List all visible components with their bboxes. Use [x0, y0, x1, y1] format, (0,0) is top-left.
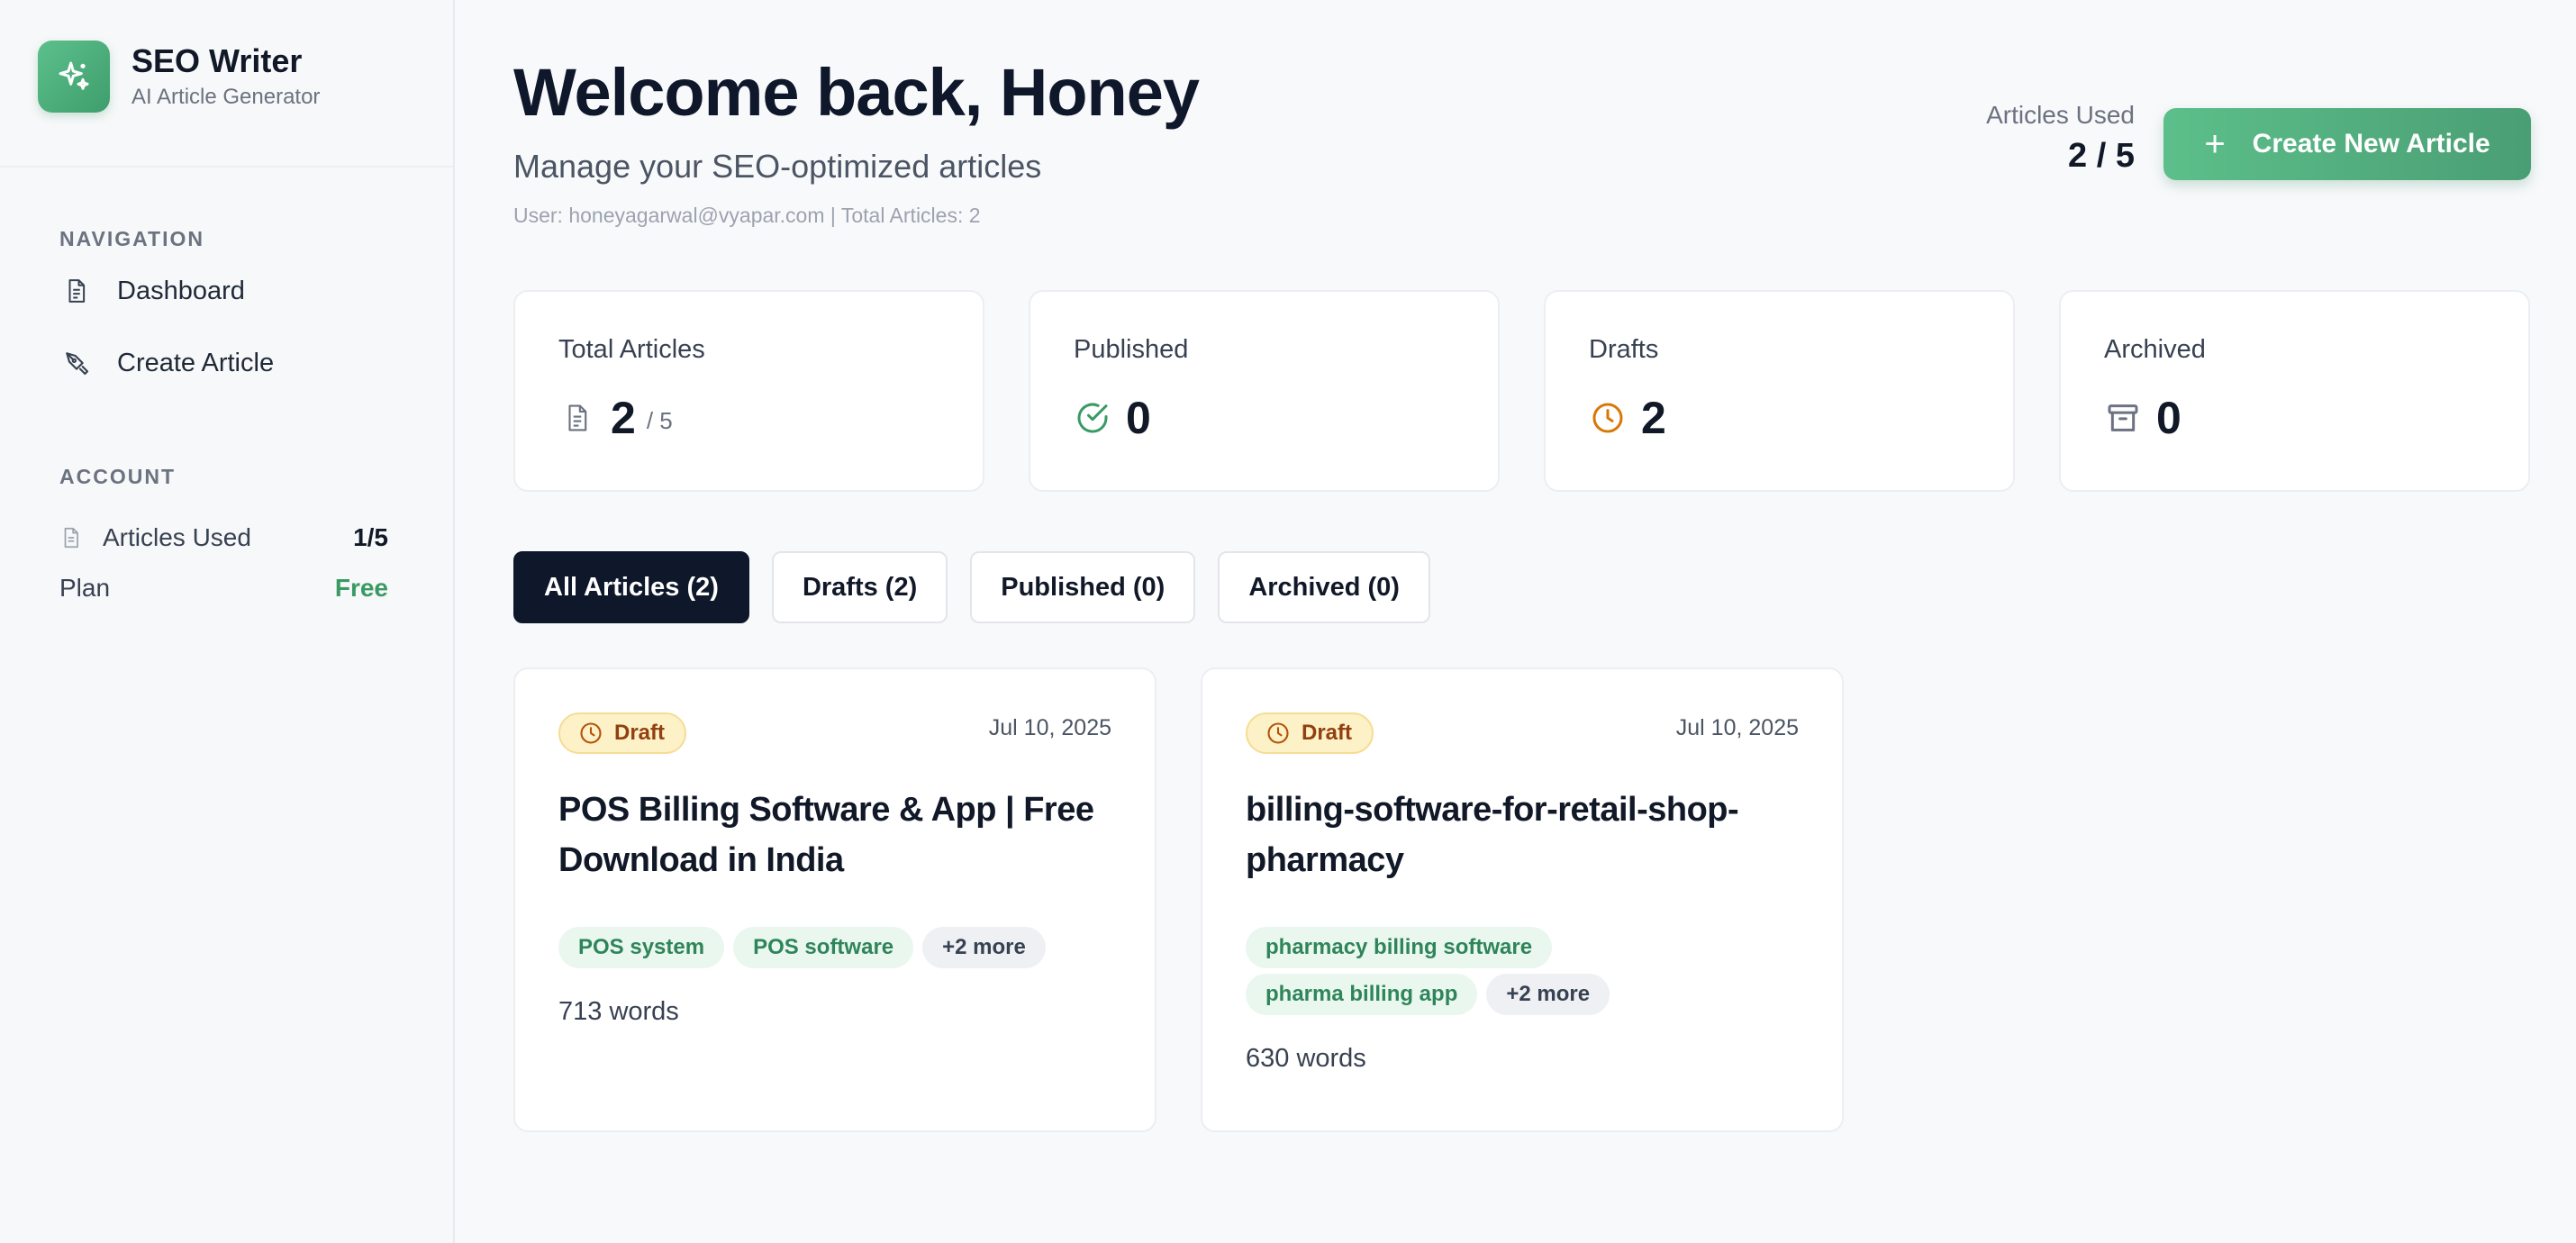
tab-drafts[interactable]: Drafts (2): [771, 551, 948, 623]
status-badge: Draft: [558, 712, 687, 754]
stat-card-drafts: Drafts 2: [1544, 290, 2015, 492]
app-root: SEO Writer AI Article Generator NAVIGATI…: [0, 0, 2576, 1243]
stat-card-total: Total Articles 2 / 5: [513, 290, 984, 492]
stat-value: 2: [1641, 393, 1666, 443]
stat-value: 0: [1126, 393, 1151, 443]
status-label: Draft: [1302, 721, 1353, 745]
tab-all-articles[interactable]: All Articles (2): [513, 551, 749, 623]
page-title: Welcome back, Honey: [513, 55, 1200, 130]
keyword-tags: POS system POS software +2 more: [558, 927, 1063, 974]
keyword-tags: pharmacy billing software pharma billing…: [1246, 927, 1750, 1021]
article-title[interactable]: POS Billing Software & App | Free Downlo…: [558, 785, 1111, 885]
brand-subtitle: AI Article Generator: [132, 85, 321, 109]
usage-value: 2 / 5: [2068, 137, 2135, 175]
stat-card-archived: Archived 0: [2059, 290, 2530, 492]
filter-tabs: All Articles (2) Drafts (2) Published (0…: [513, 551, 1453, 623]
brand-header: SEO Writer AI Article Generator: [0, 0, 453, 168]
stat-label: Published: [1074, 335, 1189, 364]
usage-label: Articles Used: [1986, 101, 2135, 129]
create-new-article-button[interactable]: + Create New Article: [2163, 108, 2531, 180]
account-title: ACCOUNT: [59, 465, 176, 488]
sidebar-item-label: Dashboard: [117, 276, 245, 305]
status-badge: Draft: [1246, 712, 1374, 754]
article-card[interactable]: Draft Jul 10, 2025 billing-software-for-…: [1201, 667, 1844, 1132]
articles-grid: Draft Jul 10, 2025 POS Billing Software …: [513, 667, 1888, 1132]
create-button-label: Create New Article: [2252, 129, 2490, 159]
plan-value: Free: [334, 574, 388, 602]
tab-archived[interactable]: Archived (0): [1218, 551, 1430, 623]
navigation-title: NAVIGATION: [59, 227, 204, 250]
status-label: Draft: [614, 721, 666, 745]
word-count: 630 words: [1246, 1044, 1366, 1073]
archive-icon: [2104, 399, 2142, 437]
article-card[interactable]: Draft Jul 10, 2025 POS Billing Software …: [513, 667, 1156, 1132]
brand-name: SEO Writer: [132, 42, 303, 79]
tab-published[interactable]: Published (0): [970, 551, 1196, 623]
stat-label: Total Articles: [558, 335, 705, 364]
sidebar-item-dashboard[interactable]: Dashboard: [59, 264, 453, 318]
plan-row: Plan Free: [59, 570, 453, 606]
sidebar-item-create-article[interactable]: Create Article: [59, 336, 453, 390]
page-subtitle: Manage your SEO-optimized articles: [513, 148, 1042, 185]
account-section: ACCOUNT Articles Used 1/5 Plan Free: [0, 465, 453, 606]
article-date: Jul 10, 2025: [1675, 714, 1799, 740]
stat-label: Archived: [2104, 335, 2206, 364]
stat-value: 0: [2156, 393, 2181, 443]
stat-card-published: Published 0: [1029, 290, 1500, 492]
sidebar-item-label: Create Article: [117, 348, 275, 377]
pen-icon: [59, 346, 94, 380]
plan-label: Plan: [59, 574, 111, 602]
document-icon: [558, 399, 596, 437]
keyword-tag: POS software: [733, 927, 914, 968]
stat-value: 2: [611, 393, 636, 443]
keyword-tag: pharmacy billing software: [1246, 927, 1553, 968]
navigation-section: NAVIGATION Dashboard Create Article: [0, 227, 453, 390]
document-icon: [59, 523, 85, 552]
clock-icon: [1265, 720, 1293, 747]
article-date: Jul 10, 2025: [988, 714, 1111, 740]
plus-icon: +: [2204, 124, 2226, 164]
articles-used-row: Articles Used 1/5: [59, 520, 453, 556]
clock-icon: [1589, 399, 1627, 437]
more-tags-badge: +2 more: [922, 927, 1046, 968]
sparkle-logo-icon[interactable]: [38, 41, 110, 113]
usage-counter: Articles Used 2 / 5: [1986, 101, 2135, 176]
stat-limit: / 5: [646, 406, 673, 434]
articles-used-value: 1/5: [353, 523, 388, 551]
user-info: User: honeyagarwal@vyapar.com | Total Ar…: [513, 204, 981, 227]
document-icon: [59, 274, 94, 308]
stat-label: Drafts: [1589, 335, 1659, 364]
word-count: 713 words: [558, 997, 679, 1026]
article-title[interactable]: billing-software-for-retail-shop-pharmac…: [1246, 785, 1799, 885]
more-tags-badge: +2 more: [1486, 974, 1610, 1015]
articles-used-label: Articles Used: [103, 523, 251, 551]
clock-icon: [578, 720, 605, 747]
keyword-tag: POS system: [558, 927, 725, 968]
main-content: Welcome back, Honey Manage your SEO-opti…: [455, 0, 2576, 1243]
check-circle-icon: [1074, 399, 1111, 437]
stats-row: Total Articles 2 / 5 Published 0 Drafts …: [513, 290, 2530, 492]
sidebar: SEO Writer AI Article Generator NAVIGATI…: [0, 0, 455, 1243]
keyword-tag: pharma billing app: [1246, 974, 1478, 1015]
